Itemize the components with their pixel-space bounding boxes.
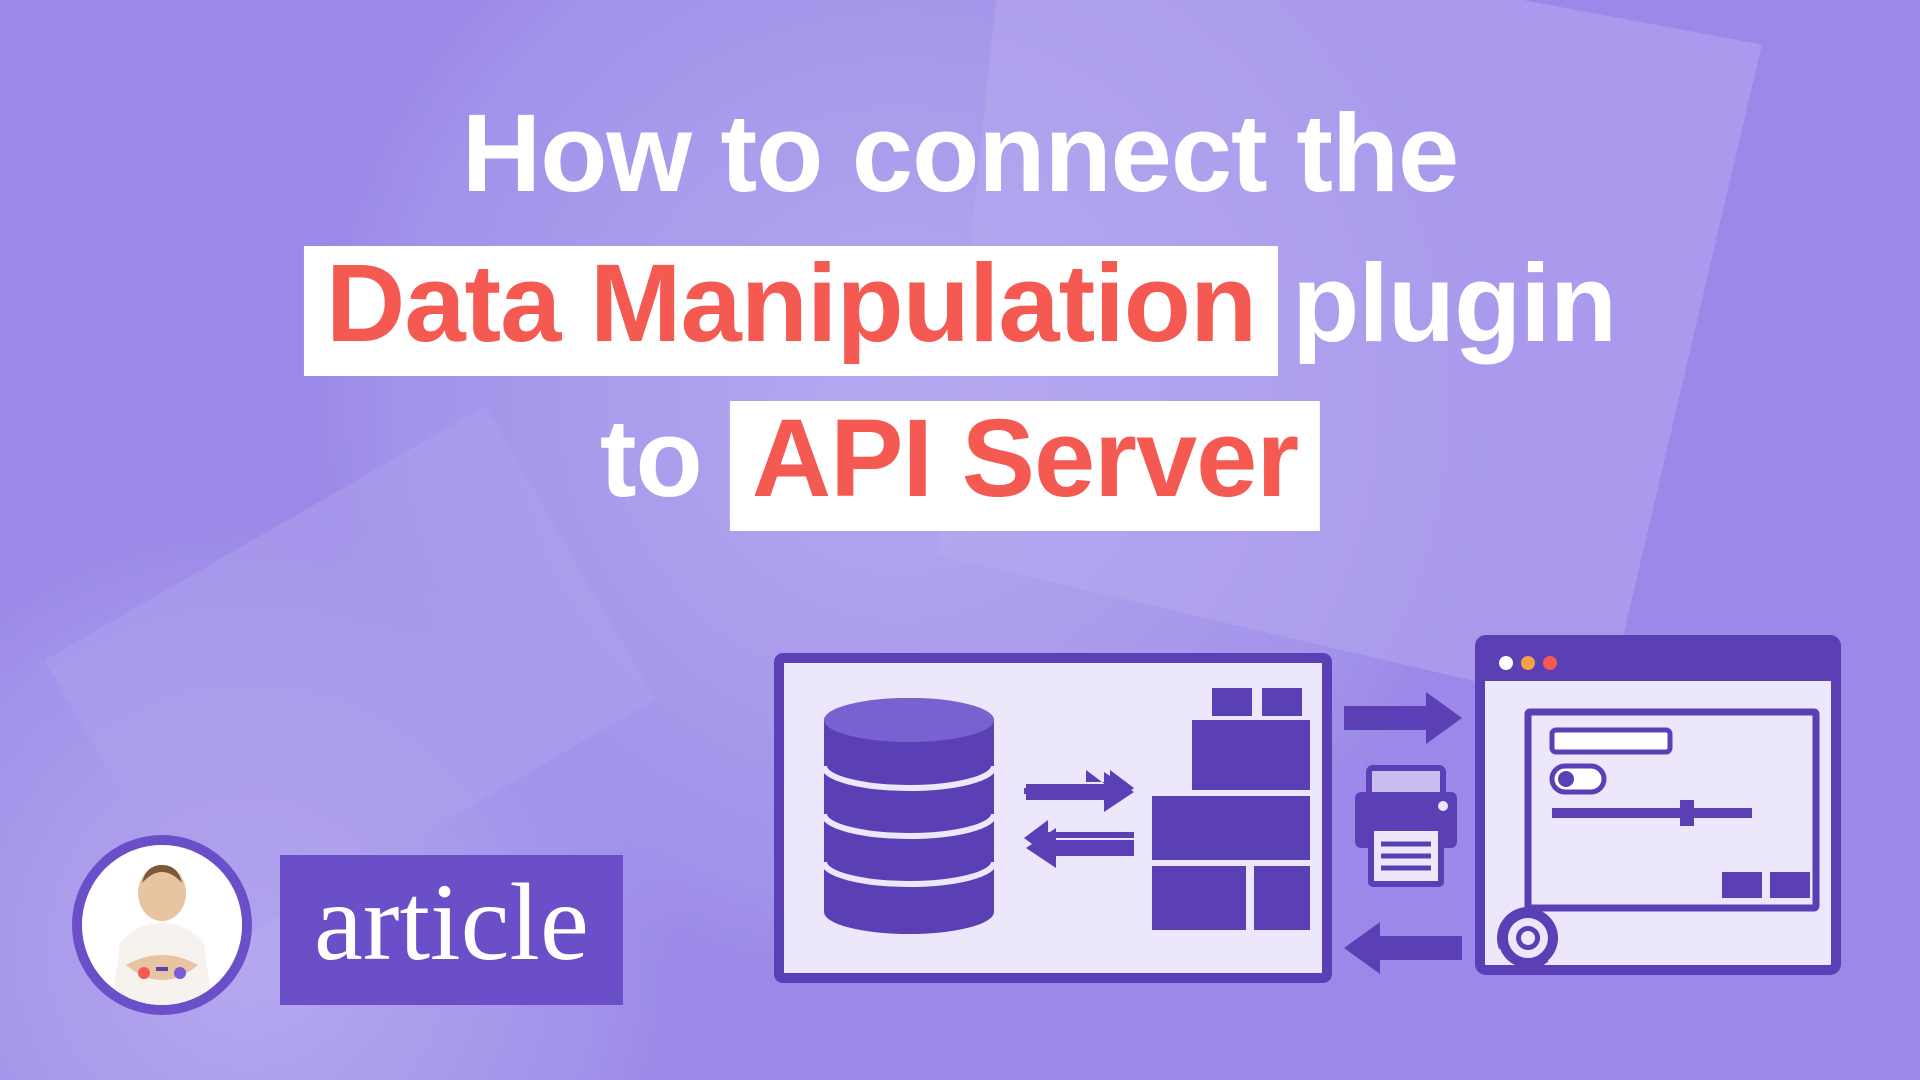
transfer-arrows (1344, 922, 1462, 974)
database-icon (824, 698, 994, 934)
title-highlight-2: API Server (730, 401, 1320, 531)
title-text: to (600, 397, 730, 520)
badge-label: article (314, 861, 589, 983)
title-line-2: Data Manipulationplugin (304, 235, 1616, 376)
architecture-diagram (774, 628, 1842, 1008)
transfer-arrows (1344, 692, 1462, 744)
title-highlight-1: Data Manipulation (304, 246, 1278, 376)
title-text: How to connect the (462, 92, 1458, 215)
banner-card: How to connect the Data Manipulationplug… (0, 0, 1920, 1080)
title-line-3: toAPI Server (600, 390, 1320, 531)
server-box (779, 658, 1327, 978)
app-window-icon (1480, 640, 1836, 970)
author-avatar (72, 835, 252, 1015)
swirl-logo-icon (1498, 908, 1558, 968)
title-text: plugin (1278, 242, 1616, 365)
printer-icon (1355, 768, 1457, 884)
content-type-badge: article (280, 855, 623, 1005)
title-line-1: How to connect the (462, 85, 1458, 223)
avatar-illustration (82, 845, 242, 1005)
